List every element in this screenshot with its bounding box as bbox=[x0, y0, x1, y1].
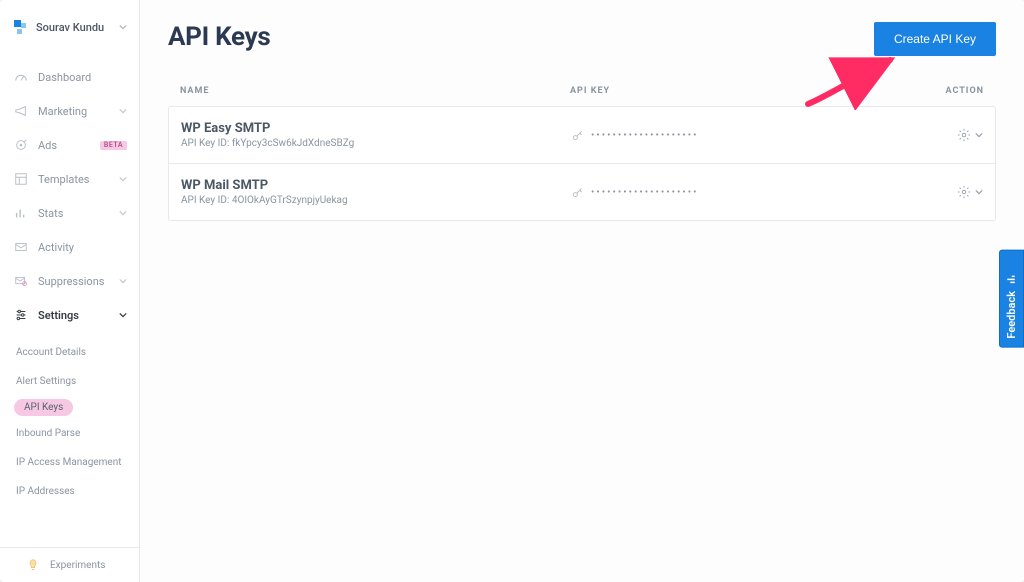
nav-stats[interactable]: Stats bbox=[0, 196, 139, 230]
app-frame: Sourav Kundu Dashboard Marketing Ads BET… bbox=[0, 0, 1024, 582]
brand-logo-icon bbox=[14, 20, 28, 34]
subnav-ip-addresses[interactable]: IP Addresses bbox=[14, 480, 83, 503]
gauge-icon bbox=[14, 70, 28, 84]
feedback-tab[interactable]: Feedback bbox=[999, 250, 1024, 348]
nav-label: Marketing bbox=[38, 106, 119, 117]
api-key-id: API Key ID: 4OIOkAyGTrSzynpjyUekag bbox=[181, 195, 571, 206]
api-key-id: API Key ID: fkYpcy3cSw6kJdXdneSBZg bbox=[181, 138, 571, 149]
chevron-down-icon bbox=[975, 188, 983, 196]
table-row: WP Mail SMTP API Key ID: 4OIOkAyGTrSzynp… bbox=[168, 163, 996, 221]
sidebar: Sourav Kundu Dashboard Marketing Ads BET… bbox=[0, 0, 140, 582]
chevron-down-icon bbox=[119, 209, 127, 217]
nav-label: Ads bbox=[38, 140, 96, 151]
chevron-down-icon bbox=[119, 311, 127, 319]
nav-label: Settings bbox=[38, 310, 119, 321]
mail-block-icon bbox=[14, 274, 28, 288]
chevron-down-icon bbox=[975, 131, 983, 139]
gear-icon bbox=[957, 128, 971, 142]
layout-icon bbox=[14, 172, 28, 186]
cell-name: WP Easy SMTP API Key ID: fkYpcy3cSw6kJdX… bbox=[181, 121, 571, 149]
nav-dashboard[interactable]: Dashboard bbox=[0, 60, 139, 94]
key-icon bbox=[571, 128, 585, 142]
experiments-label: Experiments bbox=[50, 560, 105, 571]
subnav-alert-settings[interactable]: Alert Settings bbox=[14, 370, 84, 393]
nav-ads[interactable]: Ads BETA bbox=[0, 128, 139, 162]
nav-label: Dashboard bbox=[38, 72, 127, 83]
megaphone-icon bbox=[14, 104, 28, 118]
beta-badge: BETA bbox=[100, 141, 127, 150]
page-header: API Keys Create API Key bbox=[168, 22, 996, 56]
col-header-name: NAME bbox=[180, 86, 570, 96]
row-action-menu[interactable] bbox=[913, 185, 983, 199]
api-key-name: WP Mail SMTP bbox=[181, 178, 571, 193]
nav-label: Stats bbox=[38, 208, 119, 219]
page-title: API Keys bbox=[168, 22, 270, 52]
nav-label: Suppressions bbox=[38, 276, 119, 287]
lightbulb-icon bbox=[26, 558, 40, 572]
chevron-down-icon bbox=[119, 277, 127, 285]
chevron-down-icon bbox=[119, 23, 127, 31]
nav-label: Templates bbox=[38, 174, 119, 185]
masked-key: •••••••••••••••••••• bbox=[591, 130, 698, 141]
main-content: API Keys Create API Key NAME API KEY ACT… bbox=[140, 0, 1024, 582]
chevron-down-icon bbox=[119, 175, 127, 183]
table-row: WP Easy SMTP API Key ID: fkYpcy3cSw6kJdX… bbox=[168, 106, 996, 164]
gear-icon bbox=[957, 185, 971, 199]
nav-templates[interactable]: Templates bbox=[0, 162, 139, 196]
bar-chart-icon bbox=[1006, 273, 1018, 285]
cell-apikey: •••••••••••••••••••• bbox=[571, 185, 913, 199]
table-header-row: NAME API KEY ACTION bbox=[168, 86, 996, 106]
col-header-apikey: API KEY bbox=[570, 86, 914, 96]
user-name: Sourav Kundu bbox=[36, 21, 119, 34]
target-icon bbox=[14, 138, 28, 152]
nav-suppressions[interactable]: Suppressions bbox=[0, 264, 139, 298]
api-key-name: WP Easy SMTP bbox=[181, 121, 571, 136]
sliders-icon bbox=[14, 308, 28, 322]
subnav-inbound-parse[interactable]: Inbound Parse bbox=[14, 422, 88, 445]
subnav-account-details[interactable]: Account Details bbox=[14, 341, 94, 364]
bar-chart-icon bbox=[14, 206, 28, 220]
cell-apikey: •••••••••••••••••••• bbox=[571, 128, 913, 142]
subnav-api-keys[interactable]: API Keys bbox=[14, 399, 73, 416]
primary-nav: Dashboard Marketing Ads BETA Templates S… bbox=[0, 48, 139, 506]
nav-settings[interactable]: Settings bbox=[0, 298, 139, 332]
experiments-button[interactable]: Experiments bbox=[0, 547, 139, 582]
subnav-ip-access[interactable]: IP Access Management bbox=[14, 451, 130, 474]
feedback-label: Feedback bbox=[1005, 291, 1018, 339]
mail-icon bbox=[14, 240, 28, 254]
nav-activity[interactable]: Activity bbox=[0, 230, 139, 264]
key-icon bbox=[571, 185, 585, 199]
create-api-key-button[interactable]: Create API Key bbox=[874, 22, 996, 56]
nav-marketing[interactable]: Marketing bbox=[0, 94, 139, 128]
chevron-down-icon bbox=[119, 107, 127, 115]
settings-subnav: Account Details Alert Settings API Keys … bbox=[0, 332, 139, 506]
user-menu[interactable]: Sourav Kundu bbox=[0, 14, 139, 48]
cell-name: WP Mail SMTP API Key ID: 4OIOkAyGTrSzynp… bbox=[181, 178, 571, 206]
col-header-action: ACTION bbox=[914, 86, 984, 96]
masked-key: •••••••••••••••••••• bbox=[591, 187, 698, 198]
table-body: WP Easy SMTP API Key ID: fkYpcy3cSw6kJdX… bbox=[168, 106, 996, 221]
row-action-menu[interactable] bbox=[913, 128, 983, 142]
nav-label: Activity bbox=[38, 242, 127, 253]
